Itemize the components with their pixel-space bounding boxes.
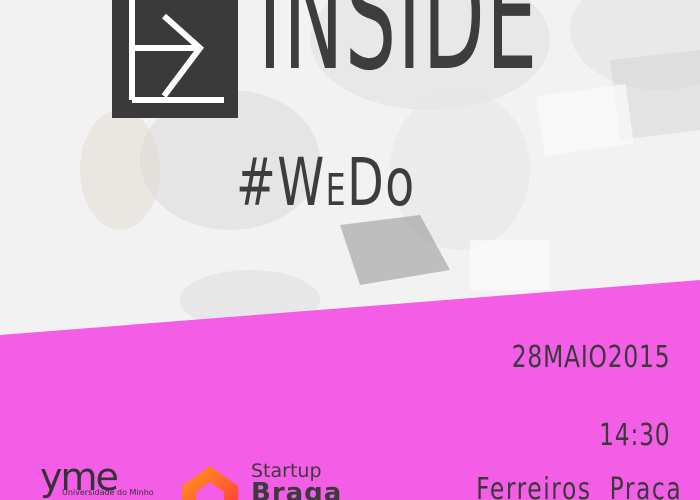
hashtag-suffix: D: [347, 144, 386, 221]
braga-logo-word: Braga: [251, 478, 343, 500]
hashtag-small-letter: E: [325, 165, 348, 216]
venue-left: Ferreiros: [475, 472, 592, 500]
uminho-logo-subtitle: Universidade do Minho: [62, 488, 154, 497]
event-date: 28MAIO2015: [511, 340, 670, 375]
event-time: 14:30: [598, 418, 670, 453]
event-hashtag: #WEDo: [236, 150, 416, 216]
hashtag-prefix: #W: [236, 144, 326, 221]
hashtag-end: o: [385, 144, 416, 221]
arrow-right-icon: [129, 0, 224, 103]
event-title: INSIDE: [258, 0, 539, 104]
poster: INSIDE #WEDo 28MAIO2015 14:30 Ferreiros …: [0, 0, 700, 500]
arrow-logo-box: [112, 0, 238, 118]
venue-right: Praça: [609, 472, 682, 500]
startup-braga-house-icon: [182, 466, 238, 500]
event-venue: Ferreiros Praça: [476, 472, 682, 500]
